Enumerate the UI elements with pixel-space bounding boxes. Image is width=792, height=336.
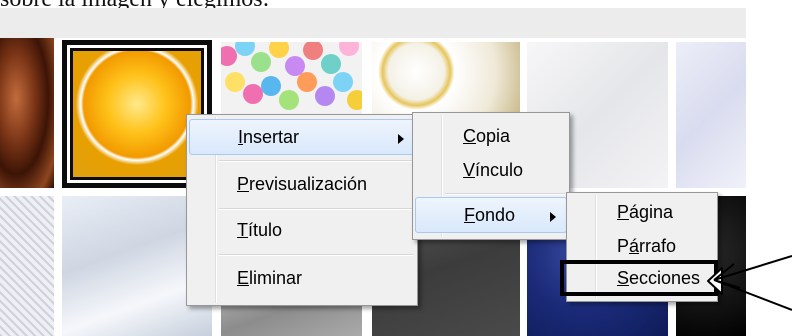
menu-item-label: Vínculo bbox=[463, 160, 524, 180]
selection-highlight-box bbox=[560, 260, 718, 296]
tile-pattern-texture[interactable] bbox=[0, 196, 54, 336]
candy-dot bbox=[315, 86, 335, 106]
menu-item-label: Previsualización bbox=[237, 174, 368, 194]
candy-dot bbox=[279, 90, 299, 110]
menu-item-label: Párrafo bbox=[617, 236, 677, 256]
candy-dot bbox=[297, 72, 317, 92]
candy-dot bbox=[235, 42, 255, 56]
submenu-insertar: Copia Vínculo Fondo bbox=[412, 112, 570, 240]
submenu-arrow-icon bbox=[550, 212, 556, 222]
menu-separator bbox=[219, 160, 413, 162]
orange-image bbox=[73, 51, 201, 177]
menu-item-vinculo[interactable]: Vínculo bbox=[415, 153, 567, 189]
tile-brown-texture[interactable] bbox=[0, 38, 54, 188]
menu-item-fondo[interactable]: Fondo bbox=[415, 197, 567, 233]
menu-item-label: Insertar bbox=[238, 127, 300, 147]
candy-dot bbox=[269, 42, 289, 58]
menu-item-copia[interactable]: Copia bbox=[415, 119, 567, 155]
candy-dot bbox=[261, 76, 281, 96]
pointer-arrow-icon bbox=[707, 255, 792, 311]
candy-dot bbox=[333, 72, 353, 92]
menu-item-previsualizacion[interactable]: Previsualización bbox=[189, 167, 415, 203]
menu-separator bbox=[219, 254, 413, 256]
menu-item-pagina[interactable]: Página bbox=[569, 195, 715, 231]
menu-item-label: Título bbox=[237, 220, 283, 240]
candy-dot bbox=[347, 90, 362, 110]
candy-dot bbox=[243, 84, 263, 104]
menu-item-insertar[interactable]: Insertar bbox=[189, 119, 415, 155]
menu-item-eliminar[interactable]: Eliminar bbox=[189, 261, 415, 297]
tile-lavender-texture[interactable] bbox=[676, 42, 746, 188]
menu-separator bbox=[219, 208, 413, 210]
submenu-arrow-icon bbox=[398, 134, 404, 144]
menu-item-label: Fondo bbox=[464, 205, 516, 225]
menu-separator bbox=[445, 193, 565, 195]
candy-dot bbox=[339, 42, 359, 56]
candy-dot bbox=[303, 42, 323, 60]
tile-candy-texture[interactable] bbox=[221, 42, 362, 116]
tile-daisy-texture[interactable] bbox=[372, 42, 520, 116]
candy-dot bbox=[251, 52, 271, 72]
gallery-header-strip bbox=[0, 8, 746, 39]
menu-item-label: Copia bbox=[463, 126, 511, 146]
context-menu: Insertar Previsualización Título Elimina… bbox=[186, 114, 418, 306]
menu-item-label: Página bbox=[617, 202, 674, 222]
candy-dot bbox=[321, 54, 341, 74]
menu-item-titulo[interactable]: Título bbox=[189, 213, 415, 249]
menu-item-label: Eliminar bbox=[237, 268, 303, 288]
tile-frame-inner2 bbox=[70, 48, 204, 180]
candy-dot bbox=[225, 72, 245, 92]
